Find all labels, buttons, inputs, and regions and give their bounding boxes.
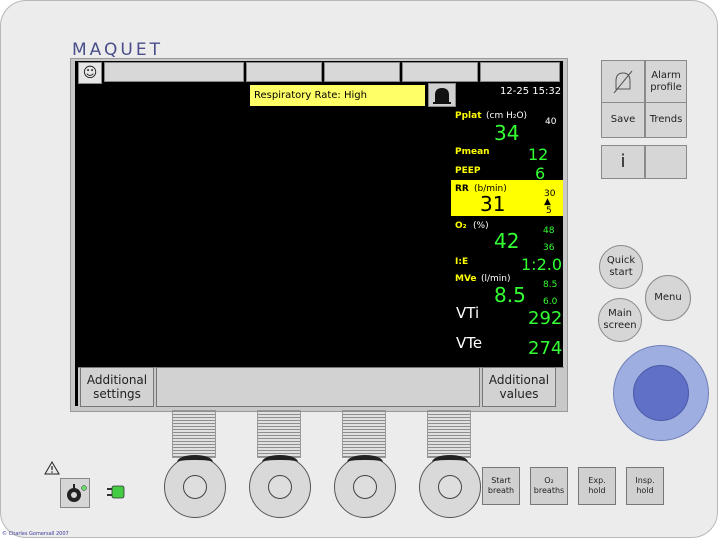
main-rotary-dial-center (633, 365, 689, 421)
alarm-profile-button[interactable]: Alarm profile (645, 60, 687, 104)
additional-values-button[interactable]: Additional values (482, 367, 556, 407)
o2-breaths-button[interactable]: O₂ breaths (530, 467, 568, 505)
insp-hold-button[interactable]: Insp. hold (626, 467, 664, 505)
main-rotary-dial[interactable] (613, 345, 709, 441)
save-button[interactable]: Save (601, 102, 645, 138)
pplat-upper-limit: 40 (545, 117, 557, 127)
blank-side-button[interactable] (645, 145, 687, 179)
rr-label: RR (455, 184, 469, 194)
pplat-label: Pplat (455, 111, 482, 121)
knob-scale-2 (257, 410, 301, 458)
power-button[interactable] (60, 478, 90, 508)
knob-center (353, 475, 377, 499)
tab-5[interactable] (480, 62, 560, 82)
knob-scale-1 (172, 410, 216, 458)
mve-value: 8.5 (494, 283, 526, 307)
o2-value: 42 (494, 229, 520, 253)
o2-label: O₂ (455, 221, 467, 231)
mve-lower-limit: 6.0 (543, 297, 558, 307)
alarm-silence-bell-icon[interactable] (428, 83, 456, 107)
warning-icon (44, 461, 60, 475)
o2-upper-limit: 48 (543, 226, 555, 236)
vti-label: VTi (456, 304, 480, 322)
quick-start-button[interactable]: Quick start (599, 245, 643, 289)
trends-button[interactable]: Trends (645, 102, 687, 138)
mve-label: MVe (455, 274, 477, 284)
tab-1[interactable] (104, 62, 244, 82)
pmean-value: 12 (528, 145, 549, 164)
o2-unit: (%) (473, 221, 489, 231)
tab-2[interactable] (246, 62, 322, 82)
info-button[interactable]: i (601, 145, 645, 179)
patient-icon[interactable]: ☺ (78, 62, 102, 84)
vte-label: VTe (456, 334, 483, 352)
peep-label: PEEP (455, 166, 481, 176)
knob-scale-3 (342, 410, 386, 458)
vti-value: 292 (528, 308, 563, 329)
power-icon (67, 484, 87, 502)
pplat-value: 34 (494, 121, 520, 145)
alarm-bell-crossed-icon[interactable] (601, 60, 645, 104)
knob-indicator-icon (432, 455, 468, 469)
knob-indicator-icon (262, 455, 298, 469)
menu-button[interactable]: Menu (645, 275, 691, 321)
setting-knob-3[interactable] (334, 455, 396, 518)
tab-3[interactable] (324, 62, 400, 82)
warning-triangle-icon (44, 460, 60, 476)
vte-value: 274 (528, 338, 563, 359)
mains-plug-icon (104, 482, 128, 502)
o2-lower-limit: 36 (543, 243, 555, 253)
alarm-off-icon (613, 70, 633, 94)
ie-label: I:E (455, 257, 469, 267)
rr-value: 31 (480, 192, 506, 216)
setting-knob-2[interactable] (249, 455, 311, 518)
copyright-footer: © Charles Gomersall 2007 (2, 531, 69, 537)
datetime-display: 12-25 15:32 (500, 86, 562, 97)
main-screen-button[interactable]: Main screen (598, 298, 642, 342)
pmean-label: Pmean (455, 147, 490, 157)
plug-icon (107, 485, 125, 499)
ie-value: 1:2.0 (521, 255, 563, 274)
knob-center (438, 475, 462, 499)
alarm-message[interactable]: Respiratory Rate: High (250, 85, 425, 106)
blank-bottom-button[interactable] (156, 367, 480, 407)
tab-4[interactable] (402, 62, 478, 82)
bell-icon (433, 88, 451, 104)
setting-knob-1[interactable] (164, 455, 226, 518)
knob-center (268, 475, 292, 499)
knob-indicator-icon (347, 455, 383, 469)
knob-scale-4 (427, 410, 471, 458)
rr-lower-limit: 5 (546, 206, 552, 216)
knob-indicator-icon (177, 455, 213, 469)
knob-center (183, 475, 207, 499)
mve-upper-limit: 8.5 (543, 280, 558, 290)
start-breath-button[interactable]: Start breath (482, 467, 520, 505)
additional-settings-button[interactable]: Additional settings (80, 367, 154, 407)
pplat-unit: (cm H₂O) (486, 111, 528, 121)
exp-hold-button[interactable]: Exp. hold (578, 467, 616, 505)
brand-logo: MAQUET (72, 40, 163, 60)
setting-knob-4[interactable] (419, 455, 481, 518)
